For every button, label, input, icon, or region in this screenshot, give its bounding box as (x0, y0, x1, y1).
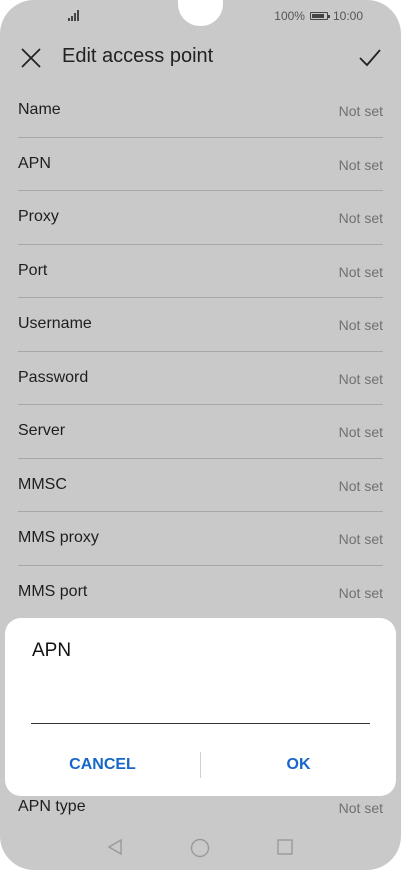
field-row-mms-proxy[interactable]: MMS proxy Not set (0, 512, 401, 566)
field-label: Server (18, 422, 66, 439)
recents-square-icon (277, 839, 293, 855)
check-icon (359, 49, 381, 67)
field-row-proxy[interactable]: Proxy Not set (0, 191, 401, 245)
battery-percent: 100% (274, 9, 305, 23)
back-button[interactable] (106, 838, 124, 856)
battery-icon (309, 12, 330, 20)
field-row-apn-type[interactable]: APN type Not set (0, 790, 401, 830)
field-label: MMS proxy (18, 529, 99, 546)
clock: 10:00 (332, 9, 363, 23)
field-value: Not set (338, 531, 383, 547)
field-label: MMSC (18, 475, 67, 493)
navigation-bar (0, 830, 401, 864)
field-row-password[interactable]: Password Not set (0, 352, 401, 405)
field-value: Not set (338, 584, 383, 601)
field-row-port[interactable]: Port Not set (0, 245, 401, 298)
close-icon (21, 48, 41, 68)
settings-list: Name Not set APN Not set Proxy Not set P… (0, 84, 401, 619)
status-bar: 100% 10:00 (0, 0, 401, 32)
status-right: 100% 10:00 (274, 9, 363, 23)
field-label: APN type (18, 798, 86, 815)
field-row-username[interactable]: Username Not set (0, 298, 401, 352)
back-triangle-icon (107, 838, 122, 856)
field-row-server[interactable]: Server Not set (0, 405, 401, 459)
field-label: MMS port (18, 582, 88, 600)
field-value: Not set (338, 156, 383, 173)
field-value: Not set (338, 477, 383, 494)
apn-input[interactable] (31, 686, 370, 724)
field-label: Port (18, 261, 48, 279)
field-row-mms-port[interactable]: MMS port Not set (0, 566, 401, 620)
dialog-title: APN (32, 640, 72, 661)
field-row-mmsc[interactable]: MMSC Not set (0, 459, 401, 512)
cancel-button[interactable]: CANCEL (5, 756, 200, 776)
field-label: APN (18, 154, 51, 172)
phone-screen: 100% 10:00 Edit access point Name Not se… (0, 0, 401, 870)
home-circle-icon (190, 838, 210, 858)
recents-button[interactable] (276, 838, 294, 856)
field-label: Password (18, 368, 89, 386)
field-label: Name (18, 101, 61, 118)
apn-dialog: APN CANCEL OK (5, 618, 396, 796)
ok-button[interactable]: OK (201, 756, 396, 776)
field-value: Not set (338, 800, 383, 816)
field-row-apn[interactable]: APN Not set (0, 138, 401, 191)
field-value: Not set (338, 103, 383, 119)
app-bar: Edit access point (0, 33, 401, 83)
field-value: Not set (338, 370, 383, 387)
field-value: Not set (338, 317, 383, 333)
close-button[interactable] (19, 46, 43, 70)
confirm-button[interactable] (357, 45, 383, 71)
home-button[interactable] (190, 838, 210, 858)
page-title: Edit access point (62, 45, 214, 67)
field-label: Proxy (18, 208, 59, 225)
field-label: Username (18, 315, 92, 332)
field-value: Not set (338, 424, 383, 440)
signal-icon (68, 9, 82, 21)
field-value: Not set (338, 210, 383, 226)
field-value: Not set (338, 263, 383, 280)
field-row-name[interactable]: Name Not set (0, 84, 401, 138)
